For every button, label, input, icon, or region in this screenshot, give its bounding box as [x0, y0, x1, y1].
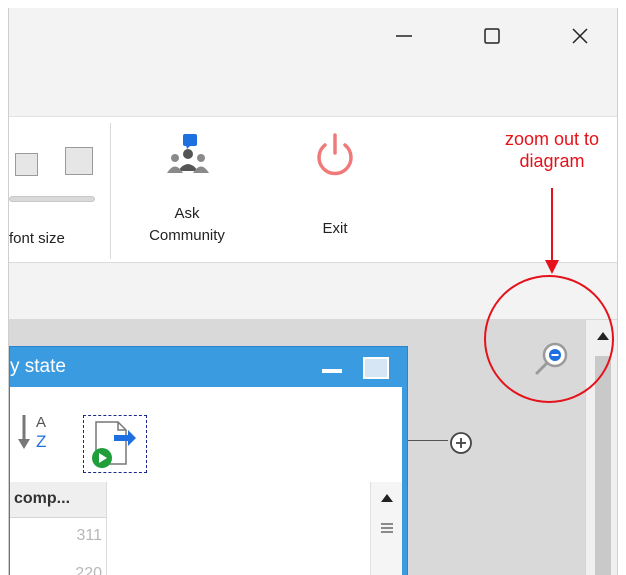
minimize-button[interactable]	[381, 16, 427, 56]
close-icon	[572, 28, 588, 44]
exit-button-label[interactable]: Exit	[287, 220, 383, 237]
community-icon[interactable]	[165, 133, 211, 179]
font-size-small-button[interactable]	[15, 153, 38, 176]
sort-az-icon[interactable]: A Z	[16, 411, 52, 451]
grip-icon[interactable]	[379, 520, 395, 536]
panel-vertical-scrollbar[interactable]	[370, 482, 402, 575]
column-header[interactable]: comp...	[10, 482, 106, 518]
panel-border	[402, 387, 407, 575]
svg-text:A: A	[36, 414, 46, 431]
scrollbar-track[interactable]	[595, 356, 611, 575]
export-button[interactable]	[83, 415, 147, 473]
title-bar	[9, 8, 617, 64]
panel-scroll-up-button[interactable]	[371, 486, 403, 510]
annotation-circle	[484, 275, 614, 403]
power-icon[interactable]	[311, 131, 359, 179]
state-panel: y state A Z comp... 311 220	[9, 346, 408, 575]
font-size-label: font size	[9, 230, 65, 247]
maximize-button[interactable]	[469, 16, 515, 56]
panel-minimize-button[interactable]	[322, 369, 342, 373]
svg-text:Z: Z	[36, 432, 46, 451]
panel-maximize-button[interactable]	[363, 357, 389, 379]
table-row[interactable]: 220	[10, 565, 102, 575]
maximize-icon	[484, 28, 500, 44]
panel-title: y state	[10, 356, 66, 377]
ask-community-button-label[interactable]: Ask Community	[137, 203, 237, 247]
diagram-connector	[406, 440, 448, 441]
table-row[interactable]: 311	[10, 527, 102, 545]
minimize-icon	[396, 35, 412, 37]
font-size-large-button[interactable]	[65, 147, 93, 175]
quick-access-bar	[9, 64, 617, 117]
panel-header[interactable]: y state	[10, 347, 407, 387]
ribbon-divider	[110, 123, 111, 259]
plus-circle-icon[interactable]	[447, 429, 475, 457]
panel-body: A Z comp... 311 220	[10, 387, 402, 575]
triangle-up-icon	[381, 494, 393, 502]
font-size-slider[interactable]	[9, 196, 95, 202]
column-divider	[106, 482, 107, 575]
close-button[interactable]	[557, 16, 603, 56]
annotation-text: zoom out to diagram	[504, 129, 600, 171]
export-icon	[92, 421, 136, 468]
